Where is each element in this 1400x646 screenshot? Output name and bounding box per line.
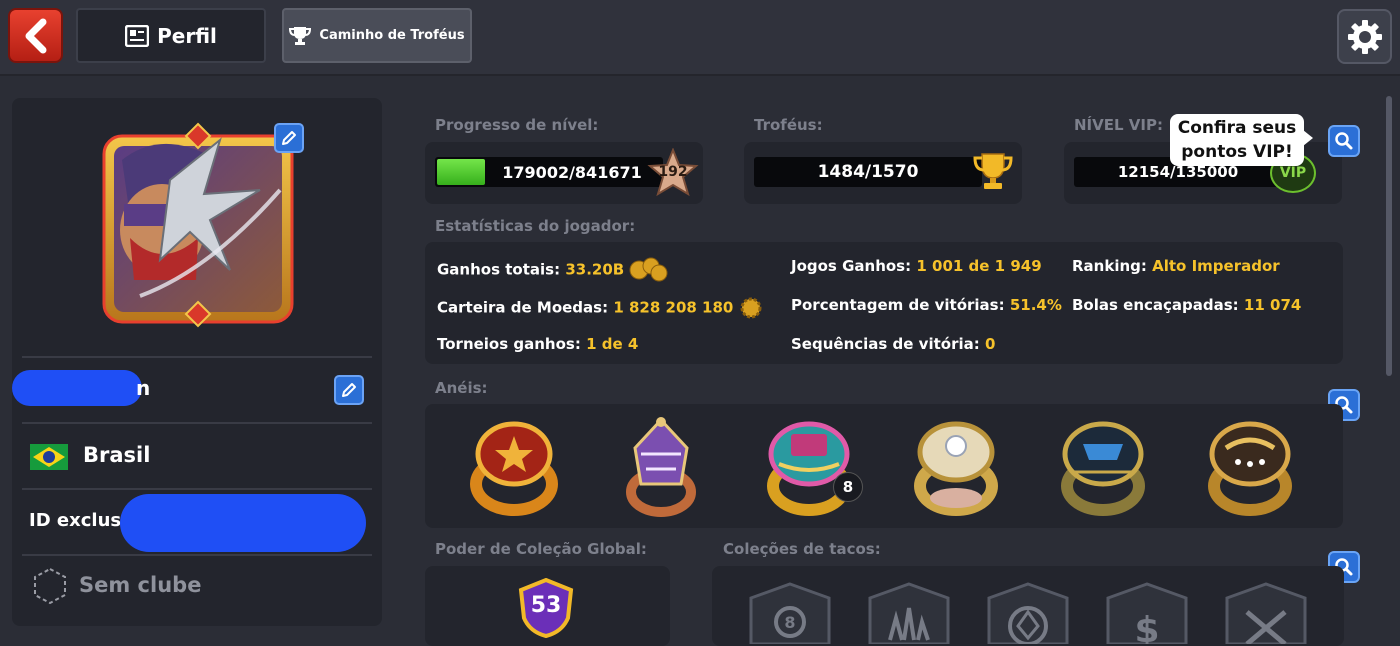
coin-icon	[740, 297, 762, 319]
pencil-icon	[342, 383, 356, 397]
svg-text:8: 8	[784, 613, 795, 632]
stat-value: Alto Imperador	[1152, 257, 1280, 275]
divider	[22, 422, 372, 424]
trophies-box: 1484/1570	[744, 142, 1022, 204]
stat-label: Jogos Ganhos:	[791, 257, 912, 275]
stat-value: 51.4%	[1009, 296, 1062, 314]
stat-tournaments-won: Torneios ganhos: 1 de 4	[437, 335, 638, 353]
level-progress-title: Progresso de nível:	[435, 116, 599, 134]
tab-perfil-label: Perfil	[157, 23, 217, 48]
cue-collections-title: Coleções de tacos:	[723, 540, 881, 558]
club-label: Sem clube	[79, 573, 202, 597]
username-suffix: n	[136, 376, 151, 400]
cue-collection-money-icon[interactable]: $	[1104, 582, 1190, 644]
edit-avatar-button[interactable]	[274, 123, 304, 153]
country-label: Brasil	[83, 443, 151, 467]
ring-champion-icon[interactable]	[1200, 414, 1300, 518]
ring-berlin-legend-icon[interactable]	[759, 414, 859, 518]
cue-collections-box: 8 $	[712, 566, 1344, 646]
coins-icon	[629, 257, 668, 282]
trophy-icon	[973, 153, 1013, 189]
unique-id-label: ID exclusi	[29, 510, 128, 531]
ring-count-badge: 8	[833, 472, 863, 502]
ring-diamond-gold-icon[interactable]	[906, 414, 1006, 518]
level-star-badge: 192	[647, 147, 699, 198]
chevron-left-icon	[25, 18, 46, 53]
stat-value: 11 074	[1243, 296, 1302, 314]
divider	[22, 356, 372, 358]
stat-value: 1 001 de 1 949	[916, 257, 1042, 275]
stat-win-percentage: Porcentagem de vitórias: 51.4%	[791, 296, 1062, 314]
cue-collection-gem-icon[interactable]	[985, 582, 1071, 644]
edit-username-button[interactable]	[334, 375, 364, 405]
stat-label: Torneios ganhos:	[437, 335, 581, 353]
stat-label: Carteira de Moedas:	[437, 298, 609, 317]
stats-title: Estatísticas do jogador:	[435, 217, 636, 235]
profile-panel: n Brasil ID exclusi Sem clube	[12, 98, 382, 626]
trophy-icon	[289, 26, 312, 45]
stat-value: 0	[984, 335, 996, 353]
ring-red-star-icon[interactable]	[464, 414, 564, 518]
svg-text:$: $	[1134, 610, 1159, 644]
search-icon	[1335, 132, 1353, 150]
cue-collection-8ball-icon[interactable]: 8	[747, 582, 833, 644]
top-bar: Perfil Caminho de Troféus	[0, 0, 1400, 76]
club-shield-icon	[34, 567, 66, 605]
stat-value: 1 828 208 180	[613, 298, 734, 317]
collection-power-title: Poder de Coleção Global:	[435, 540, 647, 558]
cue-collection-city-icon[interactable]	[866, 582, 952, 644]
brazil-flag-icon	[30, 444, 68, 470]
redacted-username	[12, 370, 142, 406]
stat-value: 1 de 4	[586, 335, 639, 353]
divider	[22, 488, 372, 490]
stat-label: Ranking:	[1072, 257, 1147, 275]
vip-tooltip-line1: Confira seus	[1177, 118, 1297, 138]
redacted-id	[120, 494, 366, 552]
profile-card-icon	[125, 24, 150, 47]
stat-label: Bolas encaçapadas:	[1072, 296, 1239, 314]
vip-search-button[interactable]	[1328, 125, 1360, 157]
vip-tooltip: Confira seus pontos VIP!	[1170, 114, 1313, 166]
stat-label: Ganhos totais:	[437, 260, 561, 279]
stats-panel: Ganhos totais: 33.20B Jogos Ganhos: 1 00…	[425, 242, 1343, 364]
stat-total-winnings: Ganhos totais: 33.20B	[437, 257, 669, 283]
vip-tooltip-line2: pontos VIP!	[1181, 142, 1293, 162]
stat-label: Sequências de vitória:	[791, 335, 980, 353]
settings-button[interactable]	[1337, 9, 1392, 64]
tab-trophy-path[interactable]: Caminho de Troféus	[282, 8, 472, 63]
stat-games-won: Jogos Ganhos: 1 001 de 1 949	[791, 257, 1042, 275]
stat-label: Porcentagem de vitórias:	[791, 296, 1005, 314]
level-progress-fill	[437, 159, 485, 185]
ring-legend-blue-icon[interactable]	[1053, 414, 1153, 518]
tab-perfil[interactable]: Perfil	[76, 8, 266, 63]
stat-ranking: Ranking: Alto Imperador	[1072, 257, 1280, 275]
collection-power-value: 53	[530, 593, 562, 618]
avatar[interactable]	[100, 120, 296, 330]
vip-title: NÍVEL VIP:	[1074, 116, 1163, 134]
level-number: 192	[658, 164, 688, 180]
level-progress-box: 179002/841671 192	[425, 142, 703, 204]
pencil-icon	[282, 131, 296, 145]
stat-coin-wallet: Carteira de Moedas: 1 828 208 180	[437, 296, 763, 320]
cue-collection-swords-icon[interactable]	[1223, 582, 1309, 644]
scrollbar[interactable]	[1386, 96, 1392, 376]
trophies-title: Troféus:	[754, 116, 823, 134]
level-progress-value: 179002/841671	[502, 162, 642, 182]
collection-power-badge[interactable]: 53	[518, 577, 574, 639]
tab-trophy-path-label: Caminho de Troféus	[319, 28, 465, 43]
collection-power-box: 53	[425, 566, 670, 646]
back-button[interactable]	[8, 8, 63, 63]
stat-value: 33.20B	[565, 260, 625, 279]
trophies-value: 1484/1570	[817, 162, 919, 182]
ring-lantern-icon[interactable]	[611, 414, 711, 518]
rings-panel: 8	[425, 404, 1343, 528]
divider	[22, 554, 372, 556]
rings-title: Anéis:	[435, 379, 488, 397]
gear-icon	[1347, 19, 1382, 54]
stat-win-streak: Sequências de vitória: 0	[791, 335, 995, 353]
stat-balls-potted: Bolas encaçapadas: 11 074	[1072, 296, 1301, 314]
